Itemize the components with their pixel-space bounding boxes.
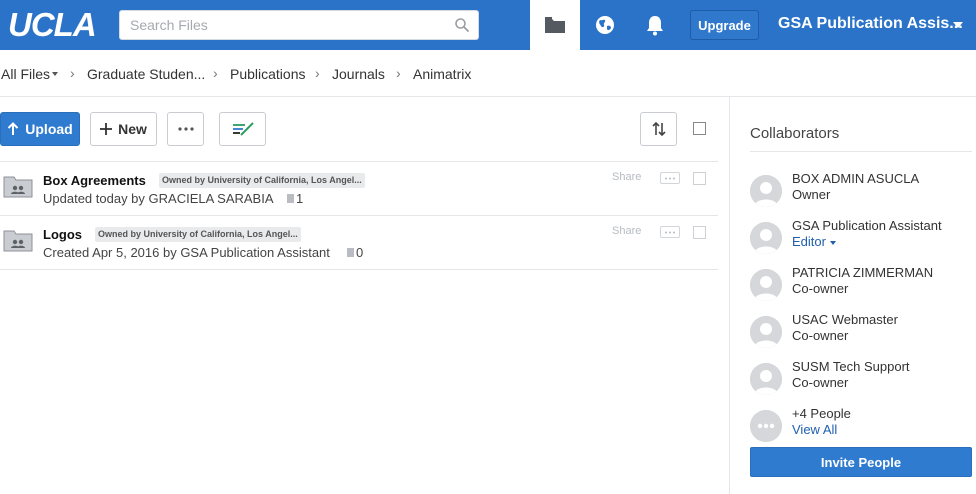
file-name-link[interactable]: Logos bbox=[43, 227, 82, 242]
sort-button[interactable] bbox=[640, 112, 677, 146]
breadcrumb-all-files[interactable]: All Files bbox=[1, 66, 50, 82]
collaborator-item[interactable]: PATRICIA ZIMMERMAN Co-owner bbox=[750, 265, 976, 309]
avatar-icon bbox=[750, 269, 782, 301]
breadcrumb-graduate-student[interactable]: Graduate Studen... bbox=[87, 66, 205, 82]
upload-label: Upload bbox=[25, 121, 73, 137]
collaborator-name: USAC Webmaster bbox=[792, 312, 898, 327]
file-created-text: Created Apr 5, 2016 by GSA Publication A… bbox=[43, 245, 330, 260]
new-button[interactable]: New bbox=[90, 112, 157, 146]
top-navigation-bar: UCLA Upgrade GSA Publication Assis... bbox=[0, 0, 976, 50]
breadcrumb-separator-icon: › bbox=[396, 65, 401, 81]
collaborator-role: Co-owner bbox=[792, 375, 849, 390]
more-options-button[interactable] bbox=[167, 112, 204, 146]
ellipsis-icon bbox=[665, 177, 675, 179]
owner-badge: Owned by University of California, Los A… bbox=[95, 227, 301, 242]
folder-icon bbox=[545, 17, 565, 33]
avatar-icon bbox=[750, 363, 782, 395]
ucla-logo[interactable]: UCLA bbox=[8, 6, 97, 44]
owner-badge: Owned by University of California, Los A… bbox=[159, 173, 365, 188]
plus-icon bbox=[100, 123, 113, 135]
row-checkbox[interactable] bbox=[693, 226, 706, 239]
account-menu[interactable]: GSA Publication Assis... bbox=[778, 15, 963, 33]
file-count: 1 bbox=[296, 191, 304, 206]
collaborator-name: SUSM Tech Support bbox=[792, 359, 910, 374]
row-more-button[interactable] bbox=[660, 226, 680, 238]
avatar-icon bbox=[750, 316, 782, 348]
file-icon bbox=[347, 248, 354, 257]
notes-icon bbox=[232, 122, 254, 136]
breadcrumb: All Files › Graduate Studen... › Publica… bbox=[0, 50, 976, 97]
chevron-down-icon[interactable] bbox=[953, 22, 963, 28]
collaborator-role: Co-owner bbox=[792, 328, 849, 343]
shared-folder-icon bbox=[3, 176, 33, 198]
collaborators-sidebar: Collaborators BOX ADMIN ASUCLA Owner GSA… bbox=[729, 97, 976, 494]
upload-button[interactable]: Upload bbox=[0, 112, 80, 146]
breadcrumb-journals[interactable]: Journals bbox=[332, 66, 385, 82]
breadcrumb-separator-icon: › bbox=[70, 65, 75, 81]
globe-icon bbox=[596, 16, 614, 34]
collaborator-role-dropdown[interactable]: Editor bbox=[792, 234, 836, 249]
collaborator-role: Owner bbox=[792, 187, 831, 202]
invite-people-button[interactable]: Invite People bbox=[750, 447, 972, 477]
file-row[interactable]: Logos Owned by University of California,… bbox=[0, 216, 718, 270]
view-all-link[interactable]: View All bbox=[792, 422, 837, 437]
collaborator-item[interactable]: GSA Publication Assistant Editor bbox=[750, 218, 976, 262]
file-list: Box Agreements Owned by University of Ca… bbox=[0, 161, 718, 270]
avatar-icon bbox=[750, 175, 782, 207]
breadcrumb-separator-icon: › bbox=[315, 65, 320, 81]
shared-folder-icon bbox=[3, 230, 33, 252]
breadcrumb-animatrix: Animatrix bbox=[413, 66, 472, 82]
file-name-link[interactable]: Box Agreements bbox=[43, 173, 146, 188]
new-label: New bbox=[118, 121, 147, 137]
search-input[interactable] bbox=[120, 11, 450, 39]
file-row[interactable]: Box Agreements Owned by University of Ca… bbox=[0, 162, 718, 216]
nav-globe-button[interactable] bbox=[580, 0, 630, 50]
collaborator-item[interactable]: USAC Webmaster Co-owner bbox=[750, 312, 976, 356]
more-collaborators[interactable]: +4 People View All bbox=[750, 406, 976, 450]
search-box[interactable] bbox=[119, 10, 479, 40]
ellipsis-icon bbox=[665, 231, 675, 233]
breadcrumb-publications[interactable]: Publications bbox=[230, 66, 306, 82]
search-icon[interactable] bbox=[454, 17, 470, 33]
nav-notifications-button[interactable] bbox=[630, 0, 680, 50]
collaborator-name: GSA Publication Assistant bbox=[792, 218, 942, 233]
sidebar-title: Collaborators bbox=[750, 125, 840, 142]
nav-files-button[interactable] bbox=[530, 0, 580, 50]
more-people-count: +4 People bbox=[792, 406, 851, 421]
row-more-button[interactable] bbox=[660, 172, 680, 184]
share-link[interactable]: Share bbox=[612, 171, 641, 183]
select-all-checkbox[interactable] bbox=[693, 122, 706, 135]
avatar-icon bbox=[750, 222, 782, 254]
new-note-button[interactable] bbox=[219, 112, 266, 146]
breadcrumb-separator-icon: › bbox=[213, 65, 218, 81]
collaborator-item[interactable]: BOX ADMIN ASUCLA Owner bbox=[750, 171, 976, 215]
file-icon bbox=[287, 194, 294, 203]
upgrade-button[interactable]: Upgrade bbox=[690, 10, 759, 40]
collaborator-role: Co-owner bbox=[792, 281, 849, 296]
divider bbox=[750, 151, 972, 152]
chevron-down-icon[interactable] bbox=[52, 72, 58, 76]
sort-icon bbox=[651, 121, 666, 137]
collaborator-name: PATRICIA ZIMMERMAN bbox=[792, 265, 934, 280]
row-checkbox[interactable] bbox=[693, 172, 706, 185]
bell-icon bbox=[647, 16, 663, 36]
collaborator-name: BOX ADMIN ASUCLA bbox=[792, 171, 920, 186]
collaborator-item[interactable]: SUSM Tech Support Co-owner bbox=[750, 359, 976, 403]
role-label: Editor bbox=[792, 234, 826, 249]
ellipsis-icon bbox=[177, 127, 194, 131]
share-link[interactable]: Share bbox=[612, 225, 641, 237]
arrow-up-icon bbox=[8, 122, 19, 135]
file-updated-text: Updated today by GRACIELA SARABIA bbox=[43, 191, 274, 206]
ellipsis-icon bbox=[750, 410, 782, 442]
file-count: 0 bbox=[356, 245, 364, 260]
chevron-down-icon bbox=[829, 240, 836, 245]
